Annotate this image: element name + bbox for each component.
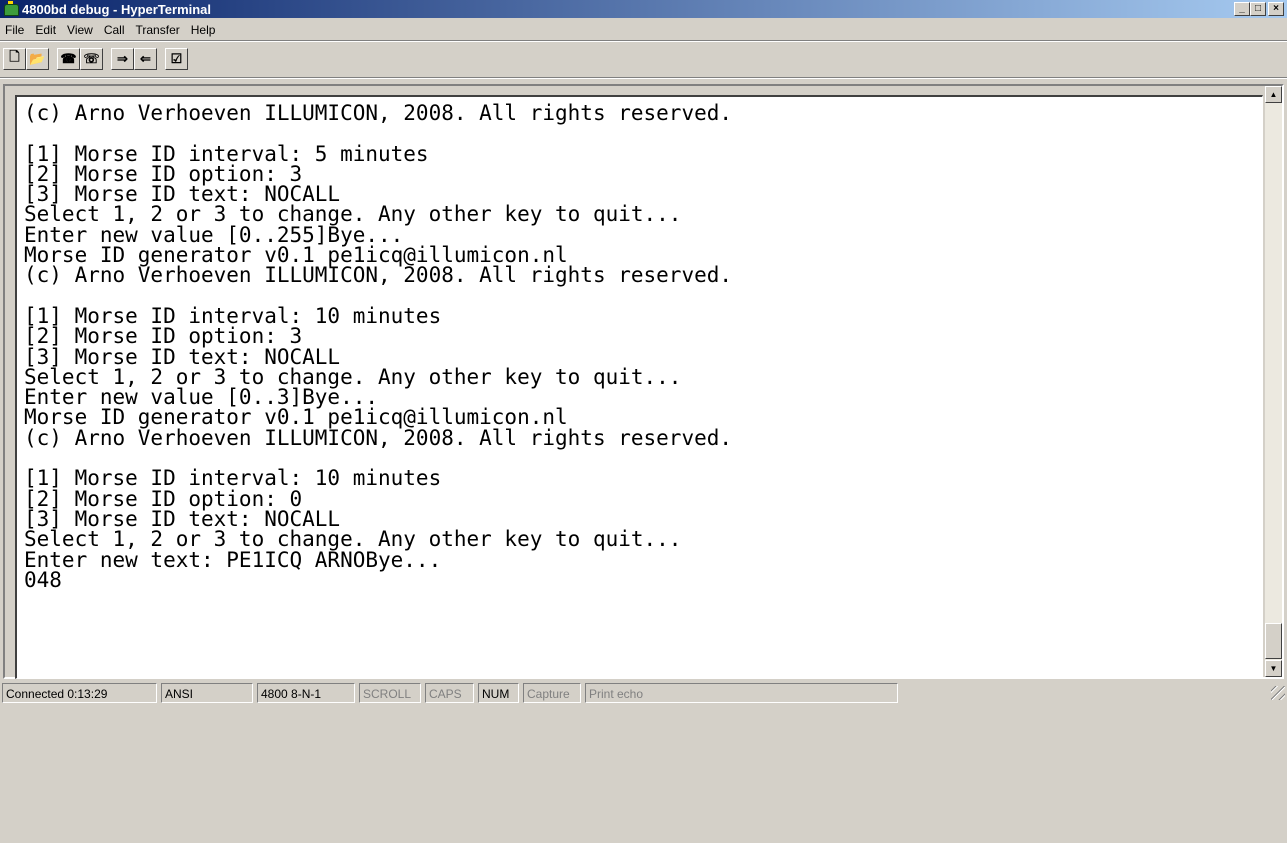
status-bar: Connected 0:13:29 ANSI 4800 8-N-1 SCROLL… bbox=[0, 680, 1287, 704]
toolbar-separator bbox=[0, 77, 1287, 79]
menu-call[interactable]: Call bbox=[99, 23, 131, 37]
terminal-frame: (c) Arno Verhoeven ILLUMICON, 2008. All … bbox=[3, 84, 1284, 679]
status-print-echo: Print echo bbox=[585, 683, 898, 703]
close-button[interactable]: × bbox=[1268, 2, 1284, 16]
hyperterminal-icon bbox=[3, 1, 19, 17]
terminal-screen[interactable]: (c) Arno Verhoeven ILLUMICON, 2008. All … bbox=[15, 95, 1263, 679]
toolbar: 🗋 📂 ☎ ☏ ⇒ ⇐ ☑ bbox=[0, 42, 1287, 76]
status-emulation: ANSI bbox=[161, 683, 253, 703]
minimize-button[interactable]: _ bbox=[1234, 2, 1250, 16]
menu-file[interactable]: File bbox=[0, 23, 30, 37]
menu-help[interactable]: Help bbox=[186, 23, 222, 37]
status-capture: Capture bbox=[523, 683, 581, 703]
status-connected: Connected 0:13:29 bbox=[2, 683, 157, 703]
menu-view[interactable]: View bbox=[62, 23, 99, 37]
connect-icon[interactable]: ☎ bbox=[57, 48, 80, 70]
menu-transfer[interactable]: Transfer bbox=[131, 23, 186, 37]
send-icon[interactable]: ⇒ bbox=[111, 48, 134, 70]
properties-icon[interactable]: ☑ bbox=[165, 48, 188, 70]
window-controls: _ □ × bbox=[1234, 2, 1284, 16]
status-num: NUM bbox=[478, 683, 519, 703]
new-icon[interactable]: 🗋 bbox=[3, 48, 26, 70]
window-title: 4800bd debug - HyperTerminal bbox=[22, 1, 212, 17]
menu-edit[interactable]: Edit bbox=[30, 23, 62, 37]
menu-bar: File Edit View Call Transfer Help bbox=[0, 19, 1287, 40]
receive-icon[interactable]: ⇐ bbox=[134, 48, 157, 70]
status-scroll: SCROLL bbox=[359, 683, 421, 703]
open-icon[interactable]: 📂 bbox=[26, 48, 49, 70]
title-bar[interactable]: 4800bd debug - HyperTerminal _ □ × bbox=[0, 0, 1287, 18]
scroll-thumb[interactable] bbox=[1265, 623, 1282, 659]
scroll-up-arrow-icon[interactable]: ▲ bbox=[1265, 86, 1282, 103]
empty-area bbox=[0, 704, 1287, 843]
status-settings: 4800 8-N-1 bbox=[257, 683, 355, 703]
vertical-scrollbar[interactable]: ▲ ▼ bbox=[1265, 86, 1282, 677]
status-caps: CAPS bbox=[425, 683, 474, 703]
disconnect-icon[interactable]: ☏ bbox=[80, 48, 103, 70]
terminal-output: (c) Arno Verhoeven ILLUMICON, 2008. All … bbox=[24, 101, 733, 592]
maximize-button[interactable]: □ bbox=[1250, 2, 1266, 16]
scroll-down-arrow-icon[interactable]: ▼ bbox=[1265, 660, 1282, 677]
resize-grip-icon[interactable] bbox=[1271, 686, 1285, 700]
